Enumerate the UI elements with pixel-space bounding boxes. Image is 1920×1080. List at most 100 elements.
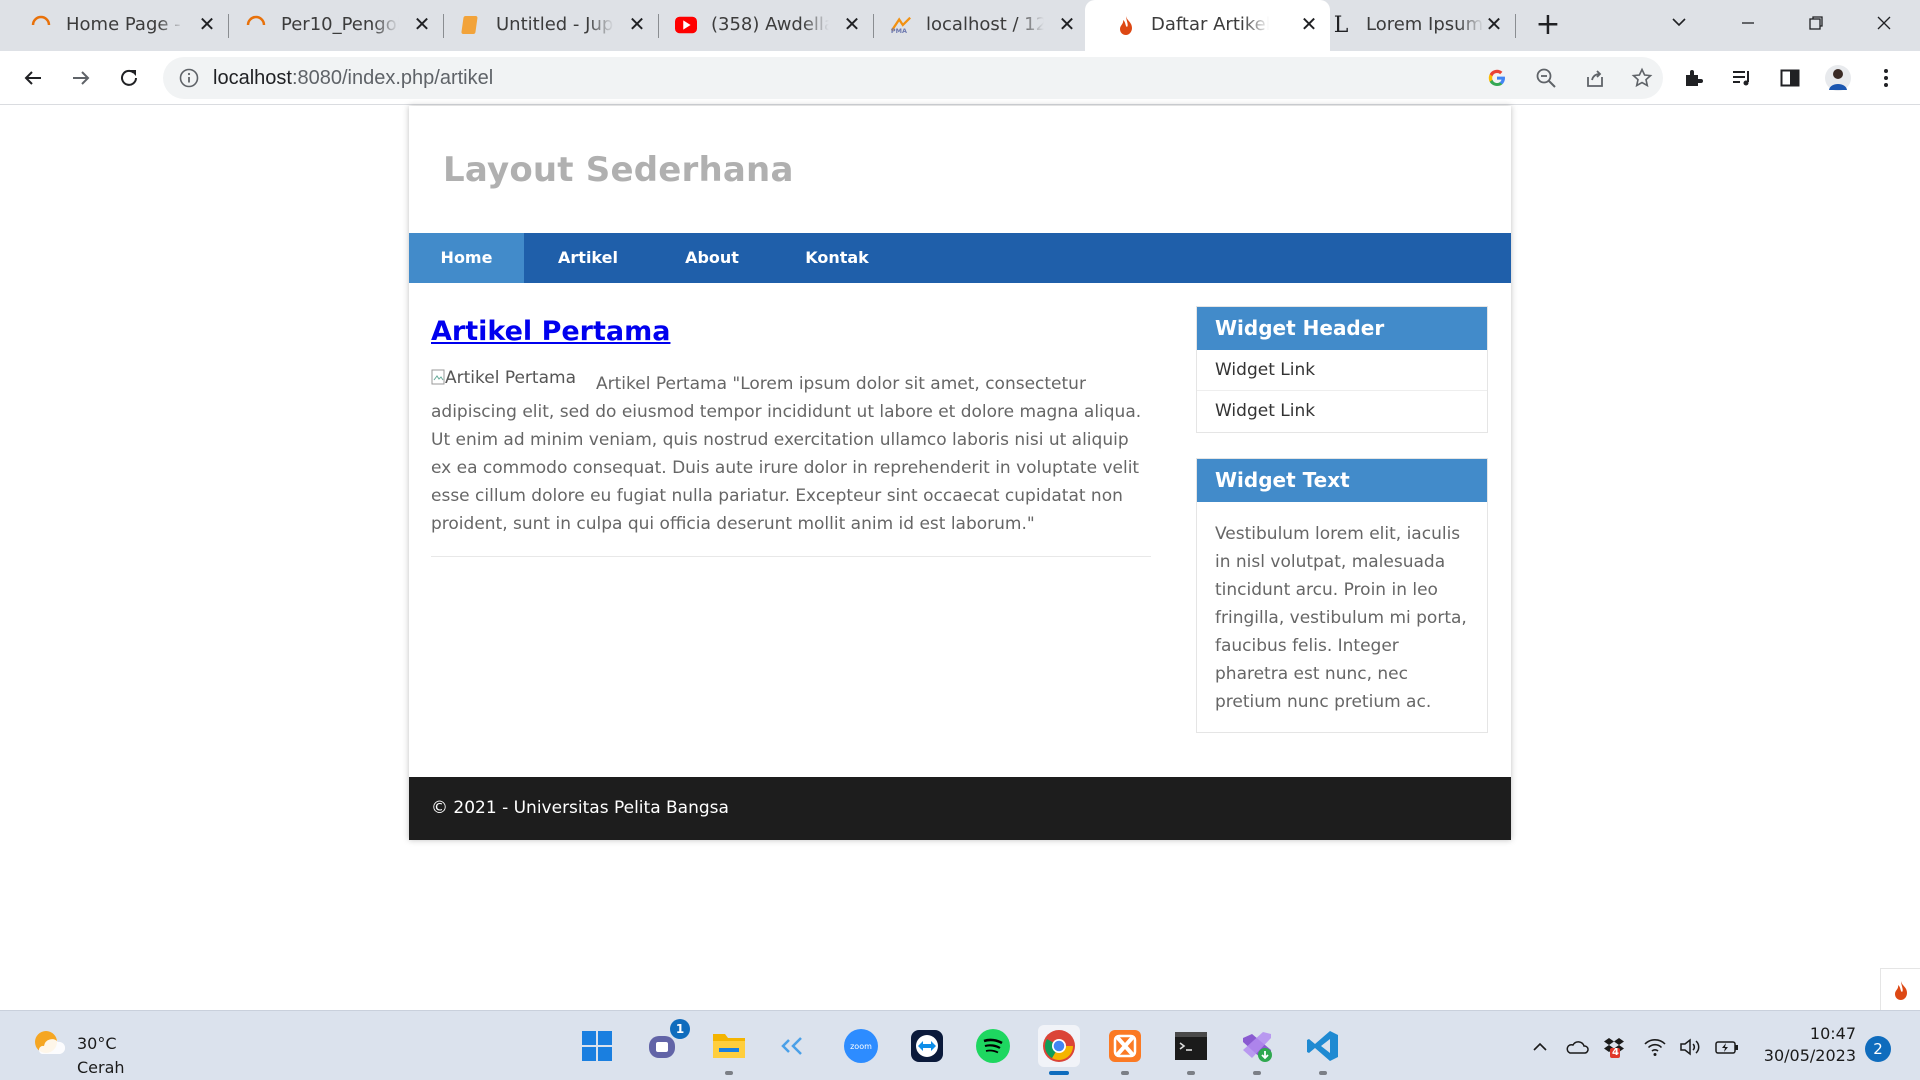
close-window-icon[interactable] (1864, 8, 1904, 40)
browser-tab[interactable]: Untitled - Jupy ✕ (430, 0, 659, 51)
tab-search-icon[interactable] (1659, 8, 1699, 40)
browser-tab[interactable]: Home Page - S ✕ (0, 0, 229, 51)
widget-header-title: Widget Header (1197, 307, 1487, 350)
teams-chat-icon[interactable]: 1 (642, 1019, 690, 1067)
zoom-out-icon[interactable] (1532, 64, 1560, 92)
back-icon[interactable] (15, 60, 51, 96)
reload-icon[interactable] (111, 60, 147, 96)
url-host: localhost (213, 67, 292, 89)
nav-about[interactable]: About (652, 233, 772, 283)
widget-text-box: Widget Text Vestibulum lorem elit, iacul… (1196, 458, 1488, 733)
dropbox-badge: 4 (1612, 1047, 1619, 1058)
dropbox-icon[interactable]: 4 (1601, 1034, 1627, 1060)
svg-text:PMA: PMA (891, 27, 907, 35)
loading-spinner-icon (30, 14, 52, 36)
running-indicator (1187, 1071, 1195, 1075)
notification-badge[interactable]: 2 (1865, 1036, 1891, 1062)
phpmyadmin-icon: PMA (890, 14, 912, 36)
nav-kontak[interactable]: Kontak (772, 233, 902, 283)
browser-tab[interactable]: L Lorem Ipsum - ✕ (1300, 0, 1516, 51)
teams-badge: 1 (670, 1019, 690, 1039)
running-indicator (1121, 1071, 1129, 1075)
teamviewer-icon[interactable] (906, 1025, 948, 1067)
site-title: Layout Sederhana (443, 150, 794, 190)
site-header: Layout Sederhana (409, 106, 1511, 234)
weather-sun-cloud-icon (35, 1031, 66, 1054)
tab-title: Untitled - Jupy (496, 14, 614, 36)
article-body: Artikel Pertama "Lorem ipsum dolor sit a… (431, 374, 1142, 534)
chrome-icon[interactable] (1038, 1025, 1080, 1075)
xampp-icon[interactable] (1104, 1025, 1146, 1075)
extensions-icon[interactable] (1676, 60, 1712, 96)
tab-title: localhost / 127 (926, 14, 1044, 36)
article-title-link[interactable]: Artikel Pertama (431, 316, 670, 347)
minimize-icon[interactable] (1728, 8, 1768, 40)
spotify-icon[interactable] (972, 1025, 1014, 1067)
vscode-icon[interactable] (1302, 1025, 1344, 1075)
running-indicator (725, 1071, 733, 1075)
close-icon[interactable]: ✕ (1056, 13, 1078, 35)
visual-studio-icon[interactable] (774, 1025, 816, 1067)
notebook-icon (460, 14, 482, 36)
widget-link[interactable]: Widget Link (1197, 391, 1487, 432)
main-nav: Home Artikel About Kontak (409, 233, 1511, 283)
widget-text-title: Widget Text (1197, 459, 1487, 502)
youtube-icon (675, 14, 697, 36)
url-path: :8080/index.php/artikel (291, 67, 494, 89)
wifi-icon[interactable] (1642, 1034, 1668, 1060)
terminal-icon[interactable] (1170, 1025, 1212, 1075)
browser-tab[interactable]: Per10_Pengola ✕ (215, 0, 444, 51)
codeigniter-debug-toolbar-icon[interactable] (1880, 968, 1920, 1010)
media-control-icon[interactable] (1724, 60, 1760, 96)
weather-condition: Cerah (77, 1058, 125, 1077)
tab-title: Daftar Artikel (1151, 14, 1269, 36)
url-text: localhost:8080/index.php/artikel (213, 66, 493, 90)
address-bar[interactable]: localhost:8080/index.php/artikel (163, 57, 1663, 99)
browser-toolbar: localhost:8080/index.php/artikel (0, 51, 1920, 105)
zoom-icon[interactable]: zoom (840, 1025, 882, 1067)
file-explorer-icon[interactable] (708, 1025, 750, 1075)
loading-spinner-icon (245, 14, 267, 36)
forward-icon[interactable] (63, 60, 99, 96)
system-clock[interactable]: 10:47 30/05/2023 (1756, 1023, 1856, 1067)
visual-studio-installer-icon[interactable] (1236, 1025, 1278, 1075)
running-indicator (1253, 1071, 1261, 1075)
lorem-ipsum-icon: L (1333, 12, 1349, 38)
profile-avatar[interactable] (1820, 60, 1856, 96)
close-icon[interactable]: ✕ (1483, 13, 1505, 35)
battery-icon[interactable] (1714, 1034, 1740, 1060)
nav-artikel[interactable]: Artikel (524, 233, 652, 283)
weather-widget[interactable]: 30°C Cerah (30, 1024, 125, 1077)
widget-links: Widget Header Widget Link Widget Link (1196, 306, 1488, 433)
restore-icon[interactable] (1796, 8, 1836, 40)
clock-time: 10:47 (1809, 1024, 1856, 1043)
browser-tab[interactable]: PMA localhost / 127 ✕ (860, 0, 1088, 51)
browser-tab-active[interactable]: Daftar Artikel ✕ (1085, 0, 1330, 51)
codeigniter-flame-icon (1115, 14, 1137, 36)
menu-kebab-icon[interactable] (1868, 60, 1904, 96)
tab-title: (358) Awdella (711, 14, 829, 36)
running-indicator (1049, 1071, 1069, 1075)
widget-link[interactable]: Widget Link (1197, 350, 1487, 391)
nav-home[interactable]: Home (409, 233, 524, 283)
browser-tab-strip: Home Page - S ✕ Per10_Pengola ✕ Untitled… (0, 0, 1920, 51)
browser-tab[interactable]: (358) Awdella ✕ (645, 0, 874, 51)
bookmark-star-icon[interactable] (1628, 64, 1656, 92)
weather-temp: 30°C (77, 1034, 117, 1053)
side-panel-icon[interactable] (1772, 60, 1808, 96)
windows-start-icon[interactable] (576, 1025, 618, 1067)
volume-icon[interactable] (1677, 1034, 1703, 1060)
chevron-up-icon[interactable] (1527, 1034, 1553, 1060)
article-divider (431, 556, 1151, 557)
page-container: Layout Sederhana Home Artikel About Kont… (409, 106, 1511, 840)
svg-text:zoom: zoom (850, 1042, 872, 1051)
google-icon[interactable] (1483, 64, 1511, 92)
tab-divider (1515, 14, 1516, 38)
tab-title: Per10_Pengola (281, 14, 399, 36)
clock-date: 30/05/2023 (1763, 1046, 1856, 1065)
site-info-icon[interactable] (177, 66, 201, 90)
share-icon[interactable] (1581, 64, 1609, 92)
widget-text-body: Vestibulum lorem elit, iaculis in nisl v… (1215, 524, 1467, 712)
new-tab-button[interactable]: + (1532, 10, 1564, 42)
onedrive-icon[interactable] (1564, 1034, 1590, 1060)
